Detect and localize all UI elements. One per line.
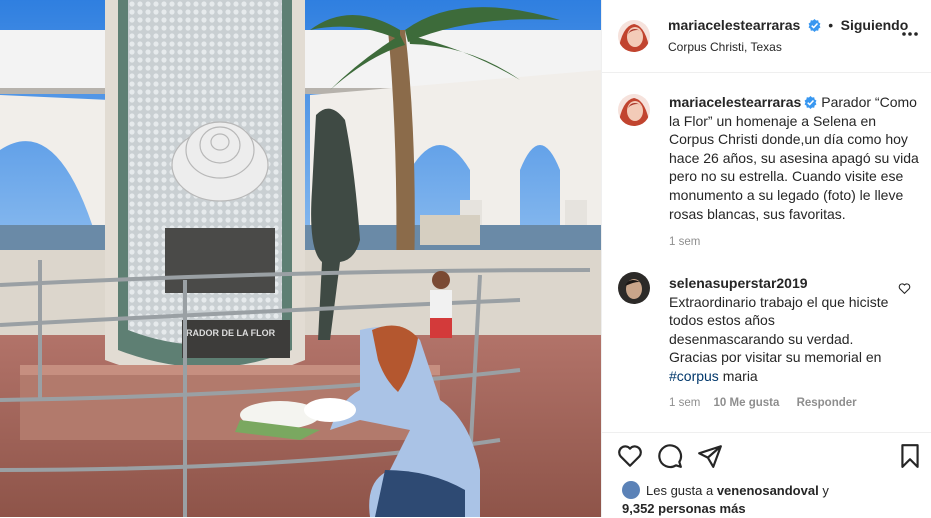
more-horizontal-icon[interactable] [900, 24, 920, 44]
send-icon[interactable] [697, 443, 723, 469]
post-header: mariacelestearraras • Siguiendo Corpus C… [602, 0, 931, 73]
comment-text: Extraordinario trabajo el que hiciste to… [669, 293, 889, 386]
comment-text-main: Extraordinario trabajo el que hiciste to… [669, 293, 889, 366]
bookmark-icon[interactable] [897, 443, 923, 469]
post-photo-illustration: RADOR DE LA FLOR [0, 0, 601, 517]
likes-count[interactable]: 9,352 personas más [622, 501, 746, 516]
commenter-avatar[interactable] [618, 272, 650, 304]
comment-icon[interactable] [657, 443, 683, 469]
following-button[interactable]: Siguiendo [841, 17, 909, 33]
comment-block: selenasuperstar2019 Extraordinario traba… [669, 274, 889, 386]
comment-time[interactable]: 1 sem [669, 397, 700, 409]
comment-likes[interactable]: 10 Me gusta [714, 397, 780, 409]
reply-button[interactable]: Responder [797, 397, 857, 409]
liker-username[interactable]: venenosandoval [717, 483, 819, 498]
caption-text: Parador “Como la Flor” un homenaje a Sel… [669, 94, 919, 222]
likes-conj: y [818, 483, 829, 498]
comment-text-end: maria [718, 367, 758, 384]
author-avatar[interactable] [618, 20, 650, 52]
liker-avatar[interactable] [622, 481, 640, 499]
likes-prefix: Les gusta a [646, 483, 717, 498]
post-caption: mariacelestearraras Parador “Como la Flo… [669, 93, 919, 223]
verified-badge-icon [808, 19, 821, 32]
post-actions-bar: Les gusta a venenosandoval y 9,352 perso… [602, 432, 931, 518]
caption-time[interactable]: 1 sem [669, 236, 700, 248]
commenter-username[interactable]: selenasuperstar2019 [669, 274, 889, 293]
caption-username[interactable]: mariacelestearraras [669, 94, 801, 110]
caption-avatar[interactable] [618, 94, 650, 126]
plaque-text: RADOR DE LA FLOR [186, 328, 276, 338]
comment-hashtag[interactable]: #corpus [669, 368, 719, 384]
post-photo[interactable]: RADOR DE LA FLOR [0, 0, 601, 517]
comment-meta: 1 sem 10 Me gusta Responder [669, 397, 857, 409]
header-separator: • [828, 17, 834, 33]
verified-badge-icon [804, 96, 817, 109]
post-side-panel: mariacelestearraras • Siguiendo Corpus C… [601, 0, 931, 517]
author-username[interactable]: mariacelestearraras [668, 17, 800, 33]
comment-like-heart-icon[interactable] [898, 282, 911, 295]
instagram-post: RADOR DE LA FLOR mariacelestearraras • S… [0, 0, 931, 517]
likes-summary: Les gusta a venenosandoval y 9,352 perso… [622, 481, 829, 518]
post-location[interactable]: Corpus Christi, Texas [668, 40, 782, 54]
heart-icon[interactable] [617, 443, 643, 469]
